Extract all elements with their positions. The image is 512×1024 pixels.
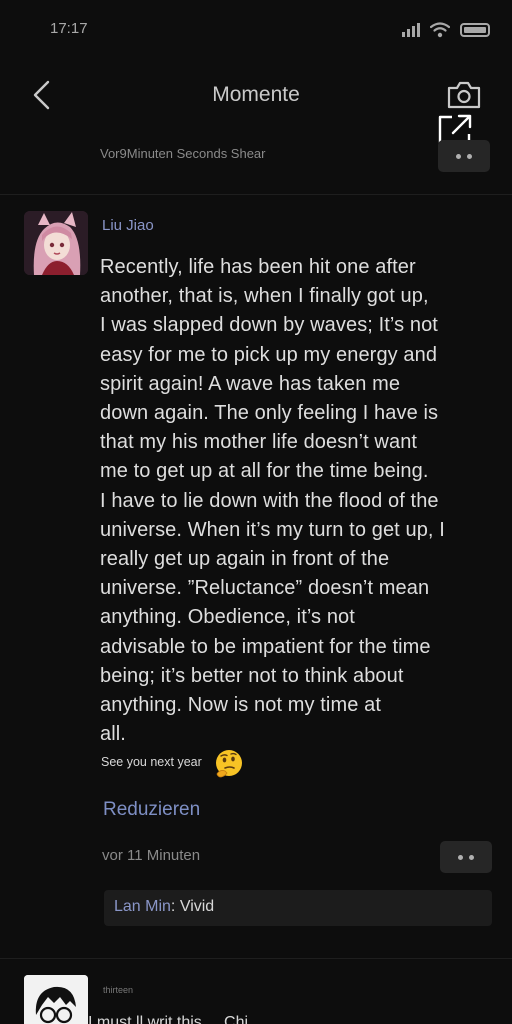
- signal-icon: [402, 23, 420, 37]
- status-icons: [402, 22, 490, 38]
- avatar[interactable]: [24, 975, 88, 1024]
- battery-icon: [460, 23, 490, 37]
- status-time: 17:17: [50, 20, 88, 37]
- avatar[interactable]: [24, 211, 88, 275]
- post-text-line: that my his mother life doesn’t want: [100, 431, 418, 454]
- post-text-line: I have to lie down with the flood of the: [100, 489, 439, 512]
- post-text-line: I was slapped down by waves; It’s not: [100, 314, 438, 337]
- post-more-button[interactable]: [440, 841, 492, 873]
- post-text-line: anything. Now is not my time at: [100, 694, 381, 717]
- avatar-pink-hair: [24, 211, 88, 275]
- post-text-line: me to get up at all for the time being.: [100, 460, 429, 483]
- post-text-line: universe. When it’s my turn to get up, I: [100, 518, 445, 541]
- camera-icon[interactable]: [446, 80, 482, 110]
- status-bar: 17:17: [0, 0, 512, 60]
- avatar-cartoon-boy: [24, 975, 88, 1024]
- post-text-line: spirit again! A wave has taken me: [100, 372, 401, 395]
- post-text-line: all.: [100, 723, 126, 746]
- comment-separator: :: [170, 898, 180, 915]
- post-text-line: anything. Obedience, it’s not: [100, 606, 355, 629]
- post-text-line: universe. ”Reluctance” doesn’t mean: [100, 577, 430, 600]
- post-text-line: down again. The only feeling I have is: [100, 402, 439, 425]
- post-text-line: easy for me to pick up my energy and: [100, 343, 438, 366]
- thinking-face-emoji: [216, 750, 242, 778]
- collapse-link[interactable]: Reduzieren: [103, 799, 200, 821]
- comment-text: Vivid: [179, 898, 215, 915]
- post-text-line: being; it’s better not to think about: [100, 664, 404, 687]
- page-title: Momente: [212, 83, 300, 106]
- more-dots-icon: [458, 854, 463, 860]
- more-dots-icon: [456, 153, 461, 159]
- post-text-line: advisable to be impatient for the time: [100, 635, 431, 658]
- post-subline: See you next year: [101, 755, 202, 769]
- previous-post-more-button[interactable]: [438, 140, 490, 172]
- post-text-line: Recently, life has been hit one after: [100, 256, 416, 278]
- previous-post-time: Vor9Minuten Seconds Shear: [100, 146, 266, 161]
- divider: [0, 194, 512, 195]
- post-time: vor 11 Minuten: [102, 847, 201, 864]
- post-text-line: really get up again in front of the: [100, 548, 390, 571]
- next-post-author[interactable]: thirteen: [103, 985, 133, 995]
- comment-author[interactable]: Lan Min: [114, 898, 171, 915]
- comment[interactable]: Lan Min: Vivid: [114, 898, 214, 916]
- post-author[interactable]: Liu Jiao: [102, 217, 154, 234]
- wifi-icon: [430, 22, 450, 38]
- next-moment-post: thirteen I must ll writ this ... Chi: [0, 960, 512, 1024]
- post-text: Recently, life has been hit one after an…: [100, 253, 492, 749]
- post-text-line: another, that is, when I finally got up,: [100, 285, 429, 308]
- next-post-text: I must ll writ this ... Chi: [88, 1014, 249, 1024]
- moments-screen: 17:17 Momente Vor9Minuten Seconds Shear …: [0, 0, 512, 1024]
- comment-box: Lan Min: Vivid: [104, 890, 492, 926]
- divider: [0, 958, 512, 959]
